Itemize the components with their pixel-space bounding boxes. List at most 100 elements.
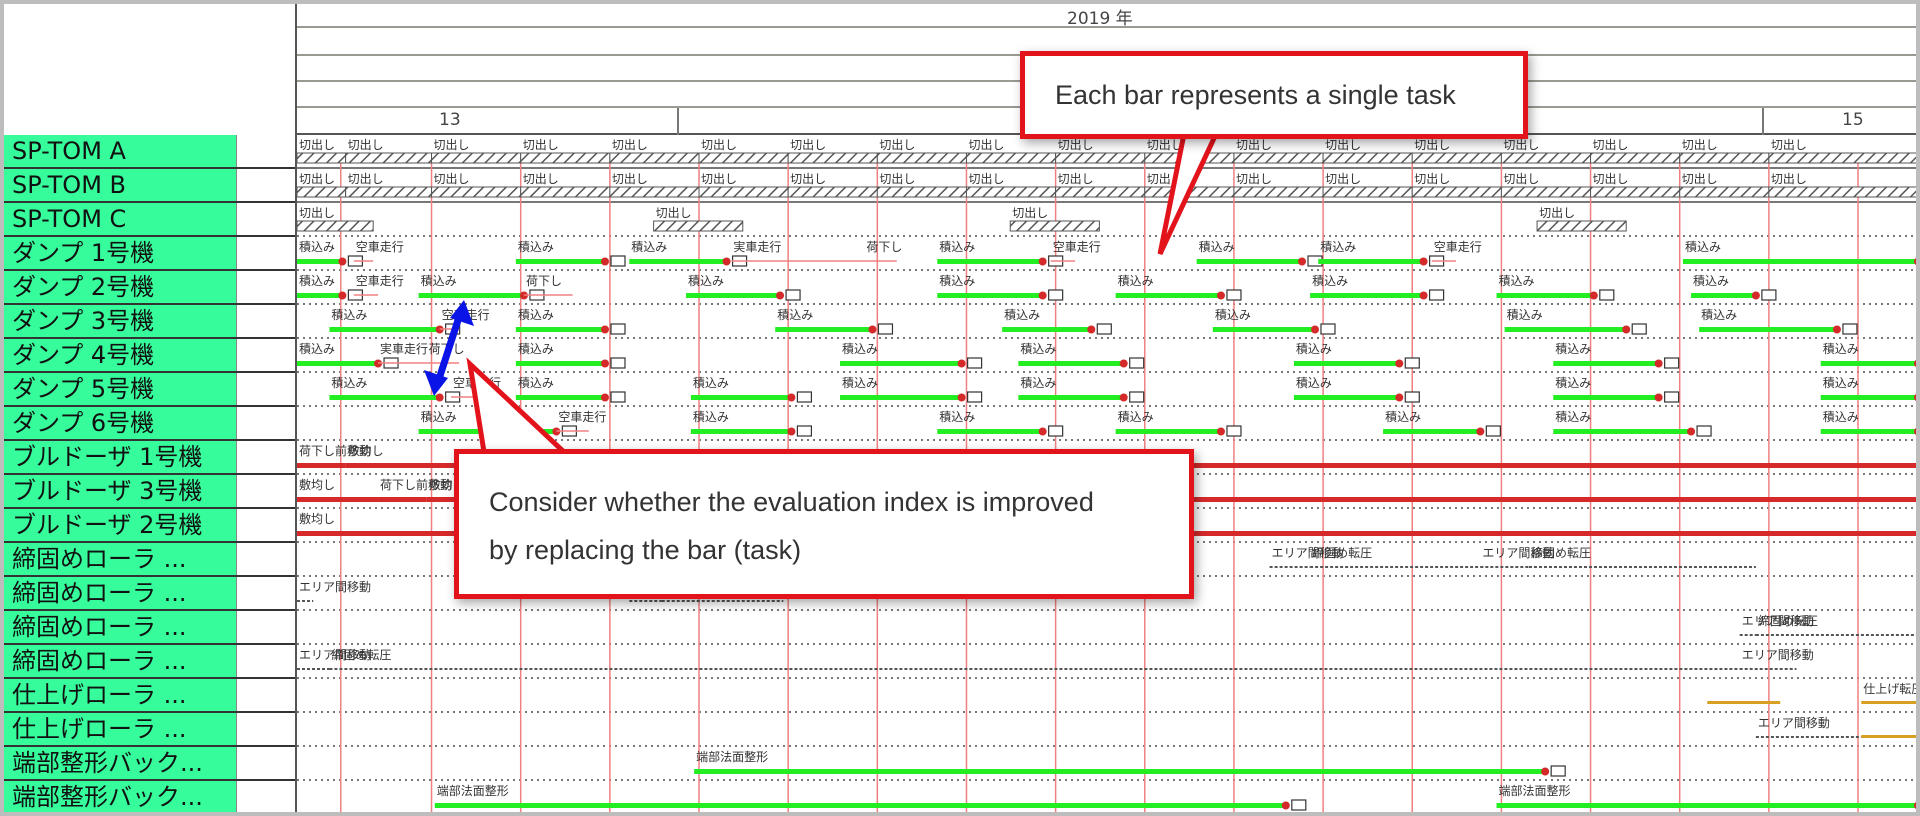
task-bar[interactable] <box>629 259 727 264</box>
task-bar[interactable] <box>1018 361 1124 366</box>
resource-row[interactable]: SP-TOM B <box>4 169 295 203</box>
task-bar[interactable] <box>345 152 433 164</box>
task-bar[interactable] <box>1536 220 1627 232</box>
task-bar[interactable] <box>1553 361 1659 366</box>
task-bar[interactable] <box>1055 186 1146 198</box>
task-bar[interactable] <box>1590 152 1681 164</box>
resource-row[interactable]: ダンプ 6号機 <box>4 407 295 441</box>
resource-row[interactable]: ダンプ 5号機 <box>4 373 295 407</box>
task-bar[interactable] <box>378 497 427 502</box>
resource-row[interactable]: SP-TOM A <box>4 135 295 169</box>
task-bar[interactable] <box>876 186 967 198</box>
task-bar[interactable] <box>1318 259 1424 264</box>
resource-row[interactable]: ダンプ 2号機 <box>4 271 295 305</box>
task-bar[interactable] <box>296 220 374 232</box>
resource-row[interactable]: ダンプ 3号機 <box>4 305 295 339</box>
task-bar[interactable] <box>1768 152 1916 164</box>
task-bar[interactable] <box>515 361 605 366</box>
task-bar[interactable] <box>1553 395 1659 400</box>
task-bar[interactable] <box>1820 395 1916 400</box>
task-bar[interactable] <box>296 186 347 198</box>
resource-row[interactable]: 締固めローラ ... <box>4 543 295 577</box>
task-bar[interactable] <box>1322 152 1413 164</box>
task-bar[interactable] <box>1002 327 1092 332</box>
resource-row[interactable]: 端部整形バック... <box>4 747 295 781</box>
resource-row[interactable]: 仕上げローラ ... <box>4 679 295 713</box>
task-bar[interactable] <box>653 220 744 232</box>
task-bar[interactable] <box>345 186 433 198</box>
task-bar[interactable] <box>434 803 1286 808</box>
task-bar[interactable] <box>1293 361 1400 366</box>
task-bar[interactable] <box>1055 152 1146 164</box>
task-bar[interactable] <box>1383 429 1481 434</box>
task-bar[interactable] <box>1115 293 1221 298</box>
resource-row[interactable]: ダンプ 4号機 <box>4 339 295 373</box>
resource-row[interactable]: SP-TOM C <box>4 203 295 237</box>
task-bar[interactable] <box>515 395 605 400</box>
task-bar[interactable] <box>686 293 781 298</box>
resource-row[interactable]: ブルドーザ 1号機 <box>4 441 295 475</box>
task-bar[interactable] <box>329 395 440 400</box>
task-bar[interactable] <box>840 395 962 400</box>
task-bar[interactable] <box>1144 152 1235 164</box>
task-bar[interactable] <box>965 152 1057 164</box>
task-bar[interactable] <box>431 186 522 198</box>
task-bar[interactable] <box>1144 186 1235 198</box>
task-bar[interactable] <box>1707 701 1781 704</box>
task-bar[interactable] <box>698 152 789 164</box>
task-bar[interactable] <box>1115 429 1221 434</box>
task-bar[interactable] <box>296 152 347 164</box>
resource-row[interactable]: 締固めローラ ... <box>4 645 295 679</box>
task-bar[interactable] <box>694 769 1546 774</box>
task-bar[interactable] <box>1212 327 1315 332</box>
task-bar[interactable] <box>937 429 1043 434</box>
task-bar[interactable] <box>787 152 878 164</box>
task-bar[interactable] <box>1699 327 1837 332</box>
task-bar[interactable] <box>1196 259 1303 264</box>
task-bar[interactable] <box>1691 293 1756 298</box>
task-bar[interactable] <box>1679 152 1770 164</box>
task-bar[interactable] <box>690 429 792 434</box>
resource-row[interactable]: 締固めローラ ... <box>4 577 295 611</box>
task-bar[interactable] <box>1233 186 1324 198</box>
task-bar[interactable] <box>515 327 605 332</box>
task-bar[interactable] <box>297 497 379 502</box>
task-bar[interactable] <box>297 293 343 298</box>
task-bar[interactable] <box>1553 429 1692 434</box>
task-bar[interactable] <box>520 152 611 164</box>
task-bar[interactable] <box>1233 152 1324 164</box>
resource-row[interactable]: ダンプ 1号機 <box>4 237 295 271</box>
resource-row[interactable]: ブルドーザ 2号機 <box>4 509 295 543</box>
task-bar[interactable] <box>431 152 522 164</box>
task-bar[interactable] <box>965 186 1057 198</box>
task-bar[interactable] <box>1500 152 1592 164</box>
task-bar[interactable] <box>609 152 700 164</box>
task-bar[interactable] <box>297 463 346 468</box>
task-bar[interactable] <box>1590 186 1681 198</box>
task-bar[interactable] <box>1322 186 1413 198</box>
task-bar[interactable] <box>1411 152 1502 164</box>
task-bar[interactable] <box>1820 429 1916 434</box>
task-bar[interactable] <box>1009 220 1100 232</box>
task-bar[interactable] <box>1411 186 1502 198</box>
task-bar[interactable] <box>690 395 792 400</box>
task-bar[interactable] <box>876 152 967 164</box>
task-bar[interactable] <box>1861 701 1916 704</box>
task-bar[interactable] <box>937 259 1043 264</box>
task-bar[interactable] <box>787 186 878 198</box>
task-bar[interactable] <box>1682 259 1916 264</box>
task-bar[interactable] <box>840 361 962 366</box>
task-bar[interactable] <box>1861 735 1916 738</box>
task-bar[interactable] <box>297 361 379 366</box>
task-bar[interactable] <box>1293 395 1400 400</box>
task-bar[interactable] <box>1310 293 1424 298</box>
task-bar[interactable] <box>1496 293 1594 298</box>
task-bar[interactable] <box>297 259 343 264</box>
task-bar[interactable] <box>418 293 524 298</box>
task-bar[interactable] <box>1500 186 1592 198</box>
task-bar[interactable] <box>775 327 873 332</box>
resource-row[interactable]: ブルドーザ 3号機 <box>4 475 295 509</box>
task-bar[interactable] <box>520 186 611 198</box>
task-bar[interactable] <box>1504 327 1627 332</box>
task-bar[interactable] <box>515 259 605 264</box>
